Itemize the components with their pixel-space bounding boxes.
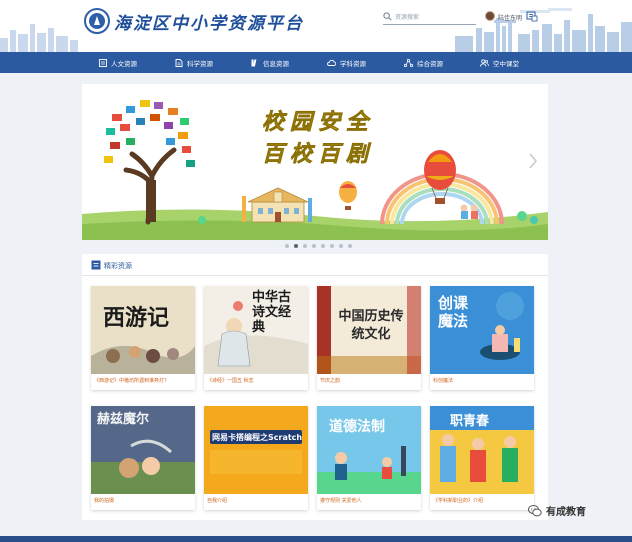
resource-card[interactable]: 道德法制 遵守规则 关爱他人: [317, 406, 421, 510]
main-nav: 人文资源 科学资源 信息资源 学科资源 综合资源 空中课堂: [0, 52, 632, 73]
carousel-dot[interactable]: [320, 244, 325, 248]
nav-label: 信息资源: [263, 59, 289, 68]
search-input[interactable]: [395, 11, 475, 24]
card-image: 中华古诗文经典: [204, 286, 308, 374]
nav-label: 空中课堂: [493, 59, 519, 68]
card-title: 中国历史传统文化: [338, 309, 404, 342]
nav-item-information[interactable]: 信息资源: [251, 52, 289, 73]
card-caption: 自我介绍: [207, 498, 228, 504]
header: 海淀区中小学资源平台 陆佳东明: [0, 0, 632, 52]
carousel-dot[interactable]: [284, 244, 289, 248]
carousel-dot[interactable]: [311, 244, 316, 248]
carousel-dot[interactable]: [293, 244, 298, 248]
banner-title-line1: 校园安全: [262, 109, 375, 136]
card-caption: 《诗经》一国五 秋恋: [207, 378, 254, 384]
message-icon[interactable]: [526, 11, 538, 22]
watermark-text: 有成教育: [546, 507, 586, 518]
chevron-right-icon[interactable]: [528, 152, 538, 170]
search-box[interactable]: [383, 11, 476, 25]
nav-label: 人文资源: [111, 59, 137, 68]
card-image: 职青春: [430, 406, 534, 494]
nav-item-comprehensive[interactable]: 综合资源: [404, 52, 443, 73]
card-title: 赫兹魔尔: [97, 412, 150, 427]
card-caption: 《西游记》中猪坊所遇到谁弃灯？: [94, 378, 170, 384]
nav-label: 综合资源: [417, 59, 443, 68]
nav-item-science[interactable]: 科学资源: [175, 52, 213, 73]
banner-title-line2: 百校百剧: [262, 141, 375, 168]
network-icon: [404, 58, 413, 67]
card-caption: 我的拍摄: [94, 498, 115, 504]
card-image: 创课魔法: [430, 286, 534, 374]
info-icon: [251, 59, 257, 66]
card-title: 创课魔法: [438, 294, 469, 330]
document-icon: [175, 58, 183, 67]
carousel-dot[interactable]: [329, 244, 334, 248]
card-image: 中国历史传统文化: [317, 286, 421, 374]
site-title: 海淀区中小学资源平台: [114, 14, 304, 34]
nav-label: 科学资源: [187, 59, 213, 68]
carousel-dots: [82, 242, 548, 250]
card-caption: 科创魔法: [433, 378, 454, 384]
nav-item-online-classroom[interactable]: 空中课堂: [480, 52, 519, 73]
resource-card[interactable]: 职青春 《学科新职业的》介绍: [430, 406, 534, 510]
section-header: 精彩资源: [82, 254, 548, 276]
resource-card[interactable]: 创课魔法 科创魔法: [430, 286, 534, 390]
card-title: 西游记: [103, 305, 170, 331]
card-title: 职青春: [450, 414, 490, 429]
card-image: 西游记: [91, 286, 195, 374]
carousel-dot[interactable]: [347, 244, 352, 248]
page: 海淀区中小学资源平台 陆佳东明 人文资源 科学资源 信息资源: [0, 0, 632, 542]
carousel-dot[interactable]: [338, 244, 343, 248]
users-icon: [480, 58, 489, 67]
resource-card[interactable]: 赫兹魔尔 我的拍摄: [91, 406, 195, 510]
footer-bar: [0, 536, 632, 542]
nav-label: 学科资源: [340, 59, 366, 68]
resource-card[interactable]: 中华古诗文经典 《诗经》一国五 秋恋: [204, 286, 308, 390]
card-title: 道德法制: [329, 419, 385, 435]
card-caption: 遵守规则 关爱他人: [320, 498, 362, 504]
grid-icon: [91, 260, 101, 270]
search-icon[interactable]: [383, 12, 392, 21]
card-caption: 节庆之韵: [320, 378, 341, 384]
watermark: 有成教育: [528, 503, 586, 518]
section-title: 精彩资源: [104, 262, 132, 270]
resource-card[interactable]: 网易卡搭编程之Scratch 自我介绍: [204, 406, 308, 510]
site-logo[interactable]: [84, 8, 110, 34]
card-image: 道德法制: [317, 406, 421, 494]
carousel-dot[interactable]: [302, 244, 307, 248]
wechat-icon: [528, 504, 542, 516]
banner-carousel[interactable]: 校园安全 百校百剧: [82, 84, 548, 240]
resource-card[interactable]: 中国历史传统文化 节庆之韵: [317, 286, 421, 390]
card-title: 中华古诗文经典: [252, 290, 292, 335]
resource-card[interactable]: 西游记 《西游记》中猪坊所遇到谁弃灯？: [91, 286, 195, 390]
username[interactable]: 陆佳东明: [498, 13, 522, 22]
nav-item-subjects[interactable]: 学科资源: [327, 52, 366, 73]
card-image: 网易卡搭编程之Scratch: [204, 406, 308, 494]
book-icon: [99, 58, 107, 67]
card-title: 网易卡搭编程之Scratch: [212, 433, 303, 442]
card-image: 赫兹魔尔: [91, 406, 195, 494]
nav-item-humanities[interactable]: 人文资源: [99, 52, 137, 73]
card-caption: 《学科新职业的》介绍: [433, 498, 484, 504]
avatar[interactable]: [485, 11, 495, 21]
cloud-icon: [327, 59, 336, 66]
featured-resources-section: 精彩资源 西游记 《西游记》中猪坊所遇到谁弃灯？ 中华古诗文经典 《诗经》一国五…: [82, 254, 548, 520]
